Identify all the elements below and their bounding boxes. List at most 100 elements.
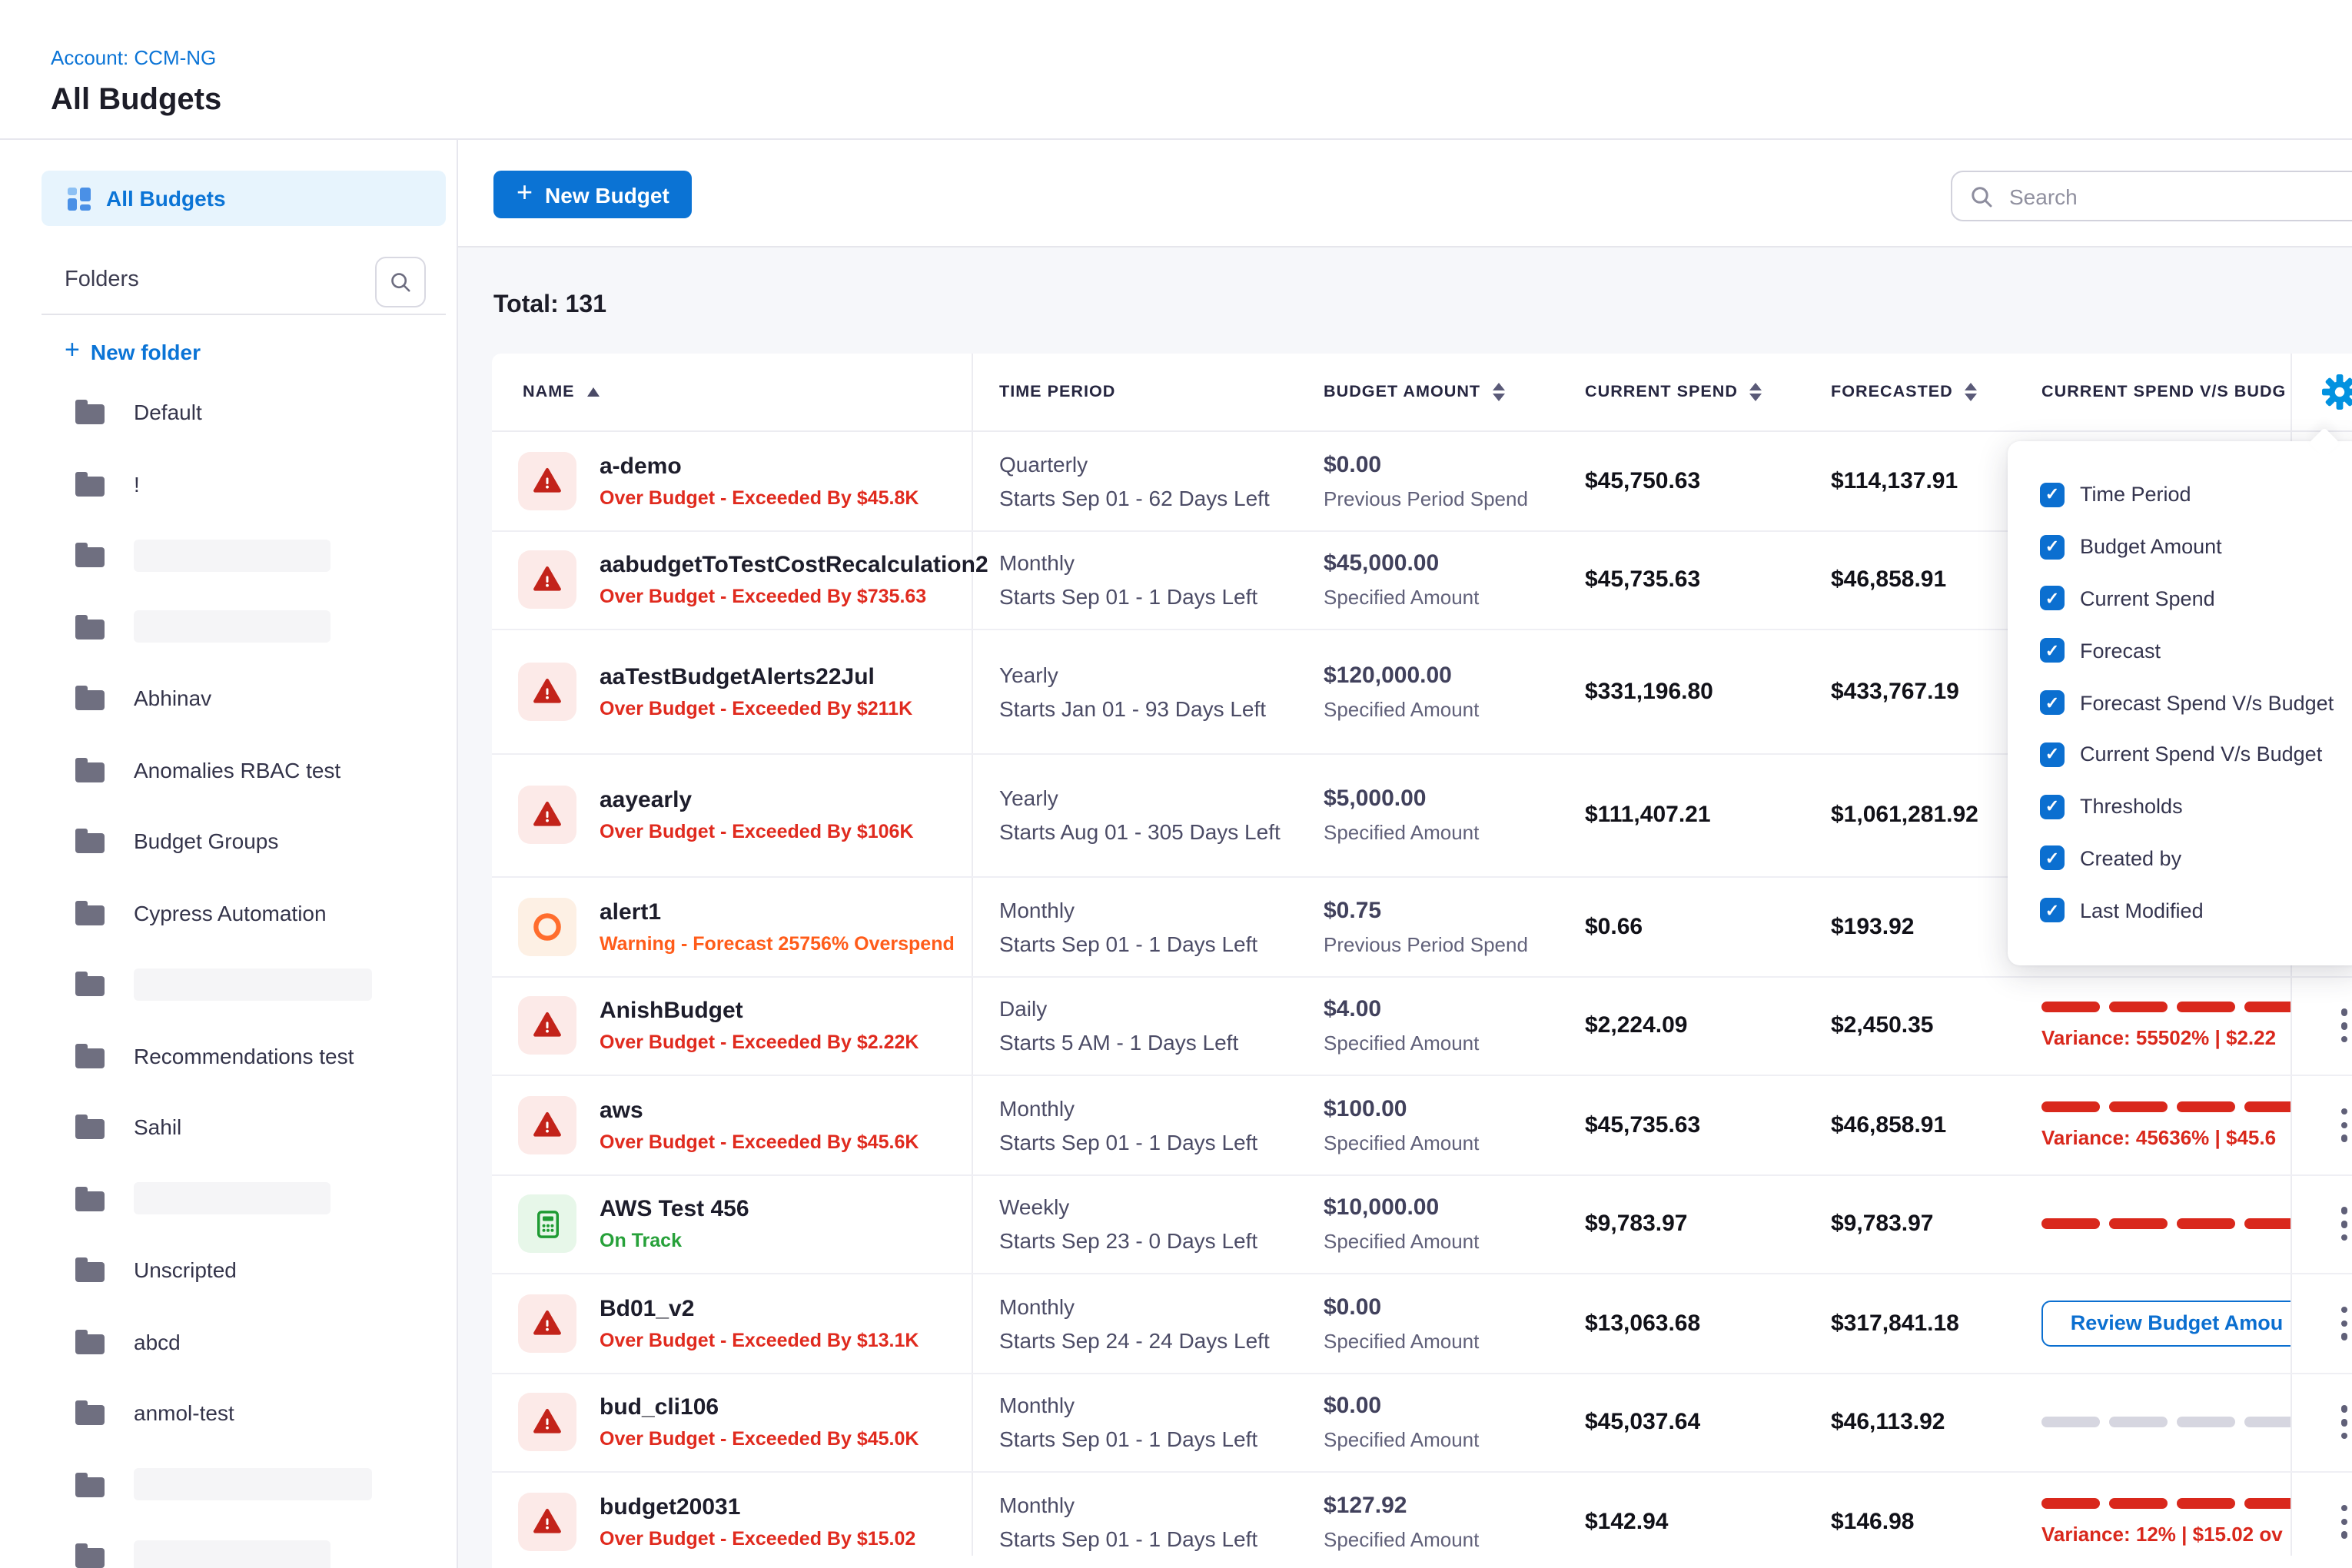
folder-item-loading[interactable] <box>0 591 457 663</box>
column-toggle-label: Last Modified <box>2080 899 2204 922</box>
variance-bar-empty <box>2041 1417 2291 1428</box>
search-icon <box>389 271 412 294</box>
current-spend: $45,735.63 <box>1585 1112 1700 1138</box>
new-folder-button[interactable]: + New folder <box>65 337 201 366</box>
folder-name-skeleton <box>134 1540 331 1568</box>
budget-amount: $5,000.00 <box>1324 786 1479 812</box>
period-detail: Starts Jan 01 - 93 Days Left <box>999 696 1266 721</box>
period-type: Monthly <box>999 1096 1257 1121</box>
budget-status: Warning - Forecast 25756% Overspend <box>600 933 955 955</box>
column-toggle-label: Current Spend V/s Budget <box>2080 743 2322 766</box>
budget-row-anishbudget[interactable]: AnishBudgetOver Budget - Exceeded By $2.… <box>492 977 2352 1076</box>
folder-item[interactable]: ! <box>0 448 457 520</box>
column-toggle-current-spend-vs-budget[interactable]: Current Spend V/s Budget <box>2008 729 2352 781</box>
column-toggle-forecast[interactable]: Forecast <box>2008 625 2352 677</box>
search-input[interactable] <box>2006 182 2320 210</box>
budget-status: On Track <box>600 1231 749 1252</box>
column-header-time-period[interactable]: TIME PERIOD <box>999 354 1115 430</box>
checkbox-checked-icon[interactable] <box>2040 846 2065 871</box>
budget-row-bud-cli106[interactable]: bud_cli106Over Budget - Exceeded By $45.… <box>492 1374 2352 1473</box>
folder-item-budget-groups[interactable]: Budget Groups <box>0 806 457 877</box>
sidebar-divider <box>42 314 446 315</box>
row-menu-button[interactable] <box>2334 1204 2352 1244</box>
sidebar-all-budgets-label: All Budgets <box>106 186 226 211</box>
folder-item-anomalies-rbac-test[interactable]: Anomalies RBAC test <box>0 734 457 806</box>
folder-item-loading[interactable] <box>0 1520 457 1568</box>
spend-vs-budget-cell: Variance: 55502% | $2.22 <box>2041 1002 2291 1050</box>
folder-item-sahil[interactable]: Sahil <box>0 1091 457 1163</box>
column-toggle-budget-amount[interactable]: Budget Amount <box>2008 521 2352 573</box>
budget-row-aws-test-456[interactable]: AWS Test 456On Track WeeklyStarts Sep 23… <box>492 1175 2352 1274</box>
folder-item-loading[interactable] <box>0 520 457 591</box>
period-type: Daily <box>999 997 1238 1022</box>
variance-bar <box>2041 1002 2291 1013</box>
folder-icon <box>75 829 105 854</box>
column-toggle-time-period[interactable]: Time Period <box>2008 469 2352 521</box>
folder-label: Default <box>134 400 202 425</box>
checkbox-checked-icon[interactable] <box>2040 794 2065 819</box>
settings-gear-icon[interactable] <box>2321 374 2352 410</box>
checkbox-checked-icon[interactable] <box>2040 690 2065 715</box>
checkbox-checked-icon[interactable] <box>2040 483 2065 507</box>
column-header-current-spend[interactable]: CURRENT SPEND <box>1585 354 1762 430</box>
row-menu-button[interactable] <box>2334 1304 2352 1344</box>
budget-row-aws[interactable]: awsOver Budget - Exceeded By $45.6K Mont… <box>492 1076 2352 1175</box>
column-header-budget-amount[interactable]: BUDGET AMOUNT <box>1324 354 1505 430</box>
total-count: Total: 131 <box>493 292 606 320</box>
budget-row-budget20031[interactable]: budget20031Over Budget - Exceeded By $15… <box>492 1473 2352 1568</box>
folder-item-abhinav[interactable]: Abhinav <box>0 663 457 734</box>
row-menu-button[interactable] <box>2334 1502 2352 1542</box>
account-breadcrumb-link[interactable]: Account: CCM-NG <box>51 46 216 69</box>
budget-amount: $4.00 <box>1324 997 1479 1023</box>
column-toggle-thresholds[interactable]: Thresholds <box>2008 781 2352 833</box>
folder-item-abcd[interactable]: abcd <box>0 1306 457 1377</box>
budget-name: aws <box>600 1098 919 1124</box>
checkbox-checked-icon[interactable] <box>2040 534 2065 559</box>
folder-label: anmol-test <box>134 1401 234 1426</box>
column-header-name[interactable]: NAME <box>523 354 600 430</box>
folder-item-recommendations-test[interactable]: Recommendations test <box>0 1020 457 1091</box>
checkbox-checked-icon[interactable] <box>2040 742 2065 767</box>
folder-search-button[interactable] <box>375 257 426 307</box>
folder-item-unscripted[interactable]: Unscripted <box>0 1234 457 1306</box>
folder-item-anmol-test[interactable]: anmol-test <box>0 1377 457 1449</box>
checkbox-checked-icon[interactable] <box>2040 899 2065 923</box>
folder-item-cypress-automation[interactable]: Cypress Automation <box>0 877 457 948</box>
folder-label: Sahil <box>134 1115 181 1140</box>
folder-item-loading[interactable] <box>0 948 457 1020</box>
folder-item-loading[interactable] <box>0 1449 457 1520</box>
over-budget-alert-icon <box>532 1407 563 1438</box>
sidebar: All Budgets Folders + New folder Default <box>0 140 458 1568</box>
column-label: FORECASTED <box>1831 383 1953 401</box>
budget-amount-type: Specified Amount <box>1324 1330 1479 1353</box>
column-toggle-created-by[interactable]: Created by <box>2008 832 2352 885</box>
row-menu-button[interactable] <box>2334 1006 2352 1046</box>
budget-row-bd01-v2[interactable]: Bd01_v2Over Budget - Exceeded By $13.1K … <box>492 1274 2352 1374</box>
folder-label: Abhinav <box>134 686 211 711</box>
app-window: Account: CCM-NG All Budgets All Budgets … <box>0 0 2352 1568</box>
checkbox-checked-icon[interactable] <box>2040 586 2065 611</box>
budget-status: Over Budget - Exceeded By $735.63 <box>600 586 988 608</box>
column-toggle-forecast-spend-vs-budget[interactable]: Forecast Spend V/s Budget <box>2008 676 2352 729</box>
folder-item-default[interactable]: Default <box>0 377 457 448</box>
period-type: Monthly <box>999 1394 1257 1418</box>
period-detail: Starts Sep 01 - 1 Days Left <box>999 932 1257 956</box>
column-toggle-current-spend[interactable]: Current Spend <box>2008 573 2352 625</box>
new-budget-button[interactable]: + New Budget <box>493 171 693 218</box>
row-menu-button[interactable] <box>2334 1105 2352 1145</box>
column-header-forecasted[interactable]: FORECASTED <box>1831 354 1978 430</box>
budget-amount-type: Specified Amount <box>1324 698 1479 721</box>
row-menu-button[interactable] <box>2334 1403 2352 1443</box>
over-budget-alert-icon <box>532 1011 563 1041</box>
sidebar-item-all-budgets[interactable]: All Budgets <box>42 171 446 226</box>
budget-name: bud_cli106 <box>600 1395 919 1421</box>
current-spend: $45,735.63 <box>1585 567 1700 593</box>
folder-item-loading[interactable] <box>0 1163 457 1234</box>
column-toggle-last-modified[interactable]: Last Modified <box>2008 885 2352 937</box>
checkbox-checked-icon[interactable] <box>2040 639 2065 663</box>
page-header: Account: CCM-NG All Budgets <box>0 0 2352 140</box>
budget-amount-type: Specified Amount <box>1324 1131 1479 1154</box>
forecasted-amount: $317,841.18 <box>1831 1311 1959 1337</box>
forecasted-amount: $146.98 <box>1831 1509 1914 1535</box>
review-budget-amount-button[interactable]: Review Budget Amou <box>2041 1301 2291 1347</box>
